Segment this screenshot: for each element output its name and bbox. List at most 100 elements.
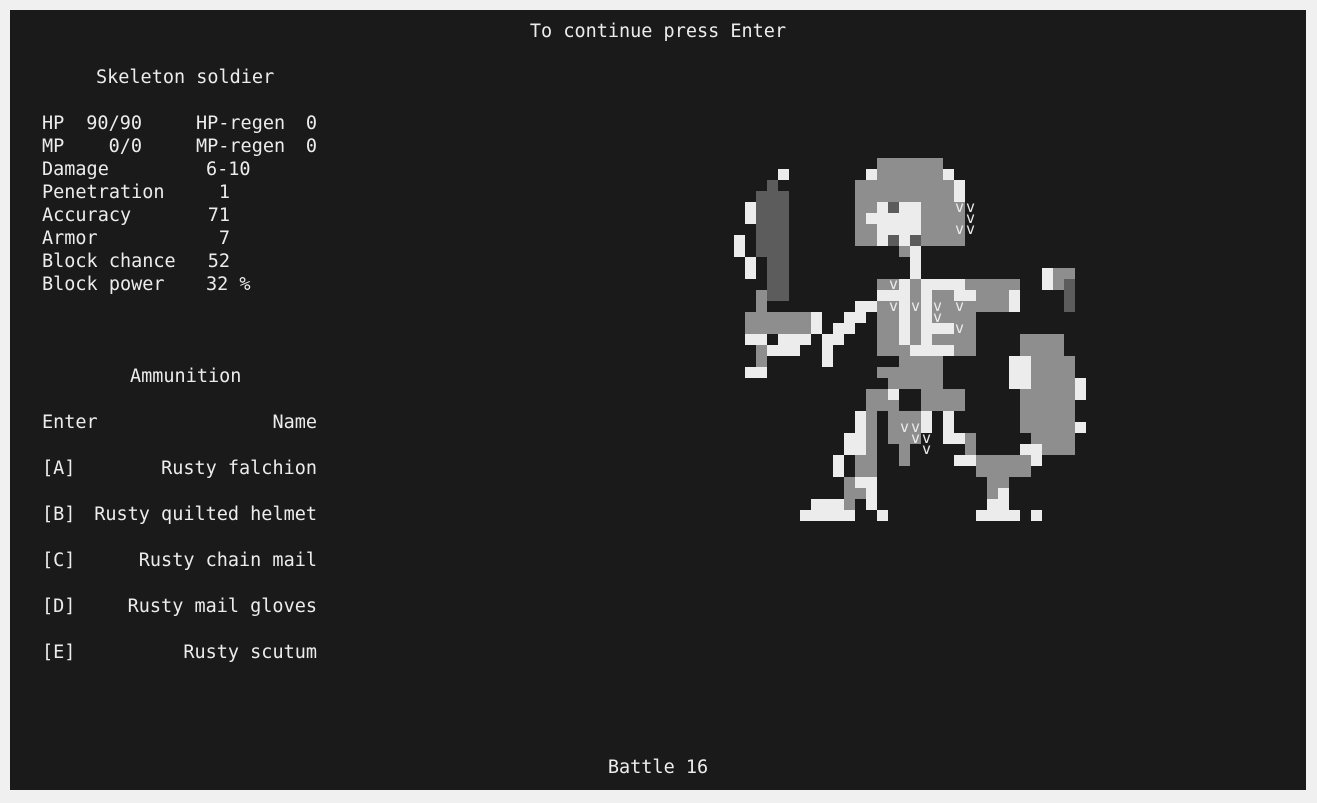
sprite-pixel [866,191,877,202]
sprite-pixel [888,169,899,180]
sprite-pixel [943,400,954,411]
item-key-a[interactable]: [A] [42,457,75,480]
sprite-pixel [1042,411,1053,422]
sprite-pixel [778,334,789,345]
sprite-pixel [1042,268,1053,279]
sprite-pixel [987,499,998,510]
sprite-pixel [1064,290,1075,301]
sprite-pixel [888,213,899,224]
sprite-pixel [756,202,767,213]
sprite-pixel [910,323,921,334]
sprite-pixel [943,169,954,180]
sprite-pixel [866,301,877,312]
sprite-pixel [921,334,932,345]
sprite-pixel [1031,345,1042,356]
sprite-pixel [1042,389,1053,400]
item-name-d[interactable]: Rusty mail gloves [90,595,317,618]
sprite-pixel [932,279,943,290]
sprite-pixel [756,323,767,334]
sprite-pixel [998,455,1009,466]
sprite-pixel [899,191,910,202]
item-name-e[interactable]: Rusty scutum [90,641,317,664]
stat-hp-value: 90/90 [86,113,142,134]
sprite-pixel [756,356,767,367]
sprite-pixel [877,334,888,345]
sprite-pixel [1064,422,1075,433]
item-key-c[interactable]: [C] [42,549,75,572]
sprite-pixel [767,202,778,213]
chain-mail-mark: v [899,418,910,436]
sprite-pixel [734,246,745,257]
sprite-pixel [877,290,888,301]
item-name-b[interactable]: Rusty quilted helmet [90,503,317,526]
sprite-pixel [899,455,910,466]
sprite-pixel [921,367,932,378]
sprite-pixel [745,334,756,345]
sprite-pixel [932,389,943,400]
item-name-a[interactable]: Rusty falchion [90,457,317,480]
sprite-pixel [866,213,877,224]
sprite-pixel [910,180,921,191]
sprite-pixel [767,312,778,323]
chain-mail-mark: v [910,297,921,315]
sprite-pixel [1020,334,1031,345]
chain-mail-mark: v [910,429,921,447]
item-key-d[interactable]: [D] [42,595,75,618]
sprite-pixel [778,290,789,301]
stat-mp-label: MP [42,136,65,157]
sprite-pixel [855,422,866,433]
sprite-pixel [976,510,987,521]
stat-accuracy-value: 71 [207,205,230,226]
sprite-pixel [1009,455,1020,466]
sprite-pixel [943,235,954,246]
sprite-pixel [910,367,921,378]
stat-hp-regen-value: 0 [305,113,317,134]
sprite-pixel [1053,345,1064,356]
sprite-pixel [921,191,932,202]
sprite-pixel [800,334,811,345]
sprite-pixel [1020,356,1031,367]
sprite-pixel [987,466,998,477]
item-key-b[interactable]: [B] [42,503,75,526]
sprite-pixel [767,345,778,356]
sprite-pixel [778,224,789,235]
sprite-pixel [943,191,954,202]
sprite-pixel [767,290,778,301]
sprite-pixel [1031,433,1042,444]
sprite-pixel [965,444,976,455]
sprite-pixel [756,312,767,323]
sprite-pixel [1009,378,1020,389]
sprite-pixel [910,169,921,180]
sprite-pixel [855,312,866,323]
sprite-pixel [899,235,910,246]
item-name-c[interactable]: Rusty chain mail [90,549,317,572]
sprite-pixel [1009,356,1020,367]
sprite-pixel [921,235,932,246]
chain-mail-mark: v [954,220,965,238]
stat-hp-label: HP [42,113,65,134]
sprite-pixel [745,312,756,323]
sprite-pixel [811,499,822,510]
sprite-pixel [921,180,932,191]
sprite-pixel [855,488,866,499]
sprite-pixel [756,290,767,301]
sprite-pixel [756,334,767,345]
sprite-pixel [1064,268,1075,279]
sprite-pixel [899,378,910,389]
sprite-pixel [1053,389,1064,400]
stat-block-chance-value: 52 [207,251,230,272]
sprite-pixel [822,334,833,345]
sprite-pixel [888,389,899,400]
sprite-pixel [976,290,987,301]
sprite-pixel [855,466,866,477]
sprite-pixel [844,433,855,444]
sprite-pixel [745,367,756,378]
sprite-pixel [987,477,998,488]
item-key-e[interactable]: [E] [42,641,75,664]
stat-armor-value: 7 [218,228,230,249]
sprite-pixel [1009,301,1020,312]
sprite-pixel [954,180,965,191]
sprite-pixel [1009,466,1020,477]
sprite-pixel [877,158,888,169]
sprite-pixel [954,433,965,444]
